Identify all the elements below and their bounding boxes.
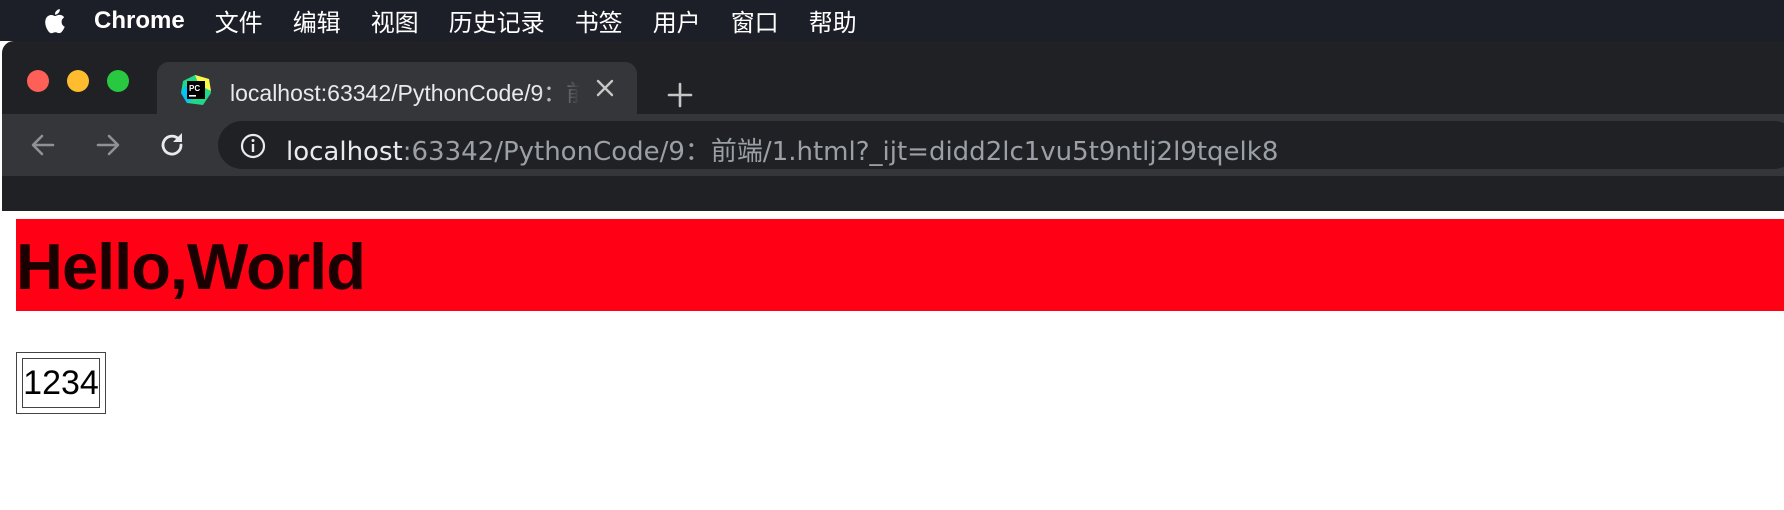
url-host: localhost [286,137,403,167]
menu-history[interactable]: 历史记录 [449,3,545,38]
info-icon[interactable] [240,133,266,159]
arrow-left-icon[interactable] [28,130,58,160]
browser-toolbar: localhost:63342/PythonCode/9：前端/1.html?_… [2,114,1784,176]
svg-text:PC: PC [189,84,200,93]
page-viewport: Hello,World 1234 [0,211,1784,510]
address-bar[interactable]: localhost:63342/PythonCode/9：前端/1.html?_… [218,121,1784,169]
url-path: :63342/PythonCode/9：前端/1.html?_ijt=didd2… [402,137,1279,167]
zoom-window-button[interactable] [107,70,129,92]
apple-logo-icon[interactable] [40,6,68,36]
page-heading: Hello,World [16,219,1784,311]
url-text: localhost:63342/PythonCode/9：前端/1.html?_… [286,131,1278,168]
menu-app-name[interactable]: Chrome [94,7,185,35]
menu-bookmarks[interactable]: 书签 [575,3,623,38]
menu-window[interactable]: 窗口 [731,3,779,38]
arrow-right-icon[interactable] [93,130,123,160]
minimize-window-button[interactable] [67,70,89,92]
browser-window: PC localhost:63342/PythonCode/9：前端/1.htm… [2,41,1784,211]
pycharm-icon: PC [181,75,211,105]
menu-view[interactable]: 视图 [371,3,419,38]
reload-icon[interactable] [157,130,187,160]
tab-title: localhost:63342/PythonCode/9：前端/1.html?_… [230,80,580,106]
plus-icon[interactable] [666,81,694,109]
close-window-button[interactable] [27,70,49,92]
menu-profiles[interactable]: 用户 [653,3,701,38]
close-icon[interactable] [595,78,615,98]
boxed-text: 1234 [22,358,100,408]
menu-help[interactable]: 帮助 [809,3,857,38]
tab-strip: PC localhost:63342/PythonCode/9：前端/1.htm… [2,41,1784,114]
menu-file[interactable]: 文件 [215,3,263,38]
macos-menu-bar: Chrome 文件 编辑 视图 历史记录 书签 用户 窗口 帮助 [0,0,1784,41]
tab-active[interactable]: PC localhost:63342/PythonCode/9：前端/1.htm… [157,62,637,114]
heading-text: Hello,World [16,230,366,303]
bordered-box: 1234 [16,352,106,414]
menu-edit[interactable]: 编辑 [293,3,341,38]
